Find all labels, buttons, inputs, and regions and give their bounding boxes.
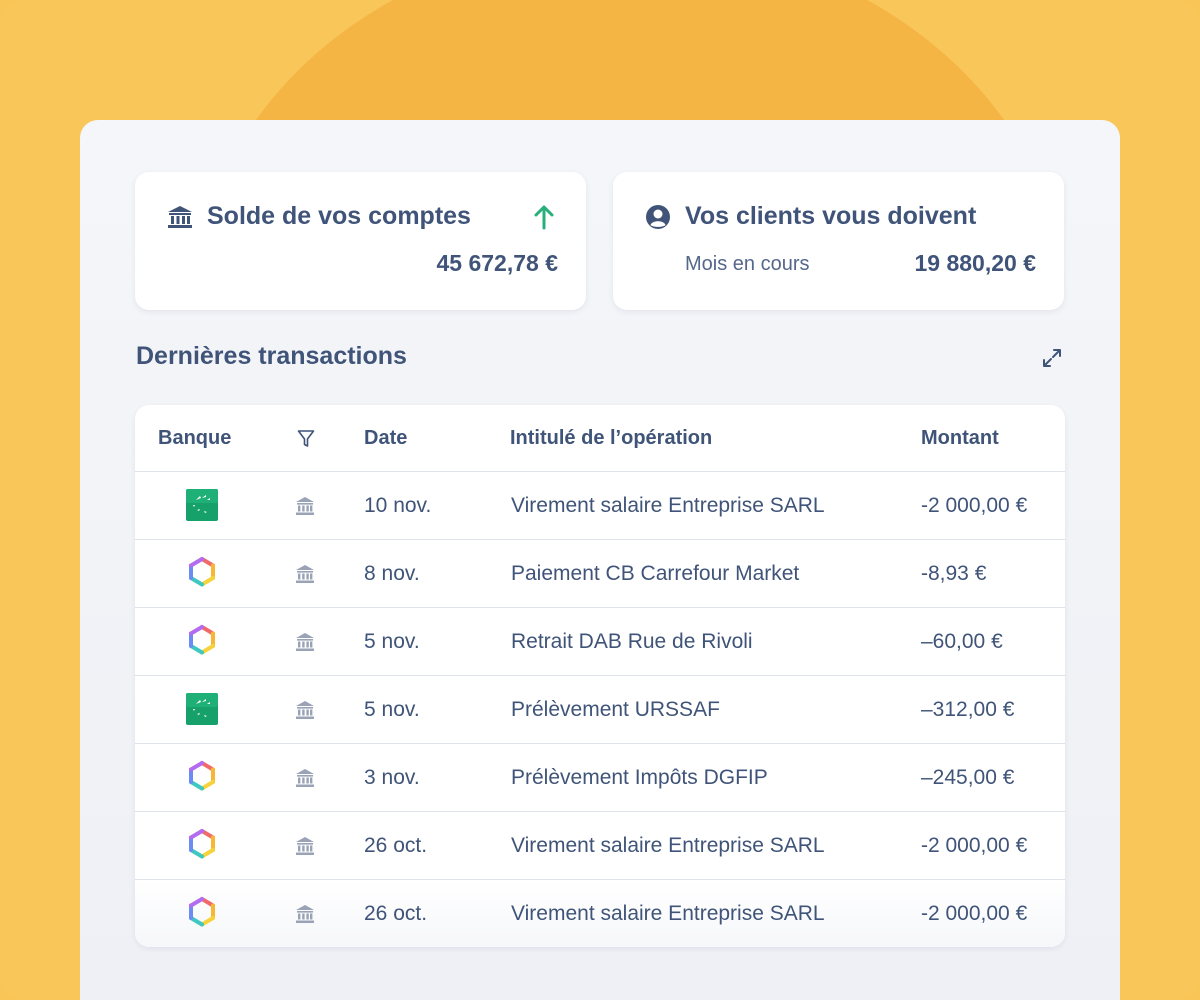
transaction-date: 3 nov. bbox=[364, 766, 420, 789]
bank-icon bbox=[296, 837, 314, 855]
transaction-label: Virement salaire Entreprise SARL bbox=[511, 494, 825, 517]
column-amount[interactable]: Montant bbox=[921, 427, 999, 450]
hexagon-bank-logo-icon bbox=[189, 761, 215, 791]
transaction-date: 8 nov. bbox=[364, 562, 420, 585]
bank-icon bbox=[296, 633, 314, 651]
table-header: Banque Date Intitulé de l’opération Mont… bbox=[135, 405, 1065, 472]
transaction-label: Prélèvement URSSAF bbox=[511, 698, 720, 721]
transactions-title: Dernières transactions bbox=[136, 342, 407, 370]
filter-icon[interactable] bbox=[297, 429, 315, 449]
transaction-label: Paiement CB Carrefour Market bbox=[511, 562, 800, 585]
user-circle-icon bbox=[646, 205, 670, 229]
clients-title: Vos clients vous doivent bbox=[685, 202, 977, 230]
transaction-amount: –60,00 € bbox=[921, 630, 1003, 653]
balance-amount: 45 672,78 € bbox=[436, 250, 558, 276]
arrow-up-icon bbox=[534, 205, 554, 230]
bank-icon bbox=[168, 206, 192, 228]
dashboard-panel: Solde de vos comptes 45 672,78 € Vos cli… bbox=[80, 120, 1120, 1000]
green-bank-logo-icon bbox=[186, 489, 218, 521]
column-bank[interactable]: Banque bbox=[158, 427, 231, 450]
transaction-label: Prélèvement Impôts DGFIP bbox=[511, 766, 768, 789]
hexagon-bank-logo-icon bbox=[189, 897, 215, 927]
hexagon-bank-logo-icon bbox=[189, 557, 215, 587]
hexagon-bank-logo-icon bbox=[189, 829, 215, 859]
table-row[interactable]: 5 nov. Prélèvement URSSAF –312,00 € bbox=[135, 676, 1065, 744]
table-row[interactable]: 26 oct. Virement salaire Entreprise SARL -… bbox=[135, 880, 1065, 947]
clients-period: Mois en cours bbox=[685, 253, 810, 275]
transaction-amount: -8,93 € bbox=[921, 562, 987, 585]
transaction-amount: -2 000,00 € bbox=[921, 834, 1028, 857]
column-date[interactable]: Date bbox=[364, 427, 407, 450]
transaction-amount: –245,00 € bbox=[921, 766, 1015, 789]
green-bank-logo-icon bbox=[186, 693, 218, 725]
column-label[interactable]: Intitulé de l’opération bbox=[510, 427, 712, 450]
bank-icon bbox=[296, 565, 314, 583]
transaction-amount: –312,00 € bbox=[921, 698, 1015, 721]
transaction-amount: -2 000,00 € bbox=[921, 902, 1028, 925]
expand-icon[interactable] bbox=[1040, 346, 1064, 370]
transaction-label: Retrait DAB Rue de Rivoli bbox=[511, 630, 753, 653]
transaction-label: Virement salaire Entreprise SARL bbox=[511, 902, 825, 925]
table-row[interactable]: 26 oct. Virement salaire Entreprise SARL -… bbox=[135, 812, 1065, 880]
transactions-table: Banque Date Intitulé de l’opération Mont… bbox=[135, 405, 1065, 947]
transaction-date: 5 nov. bbox=[364, 630, 420, 653]
transaction-label: Virement salaire Entreprise SARL bbox=[511, 834, 825, 857]
table-row[interactable]: 3 nov. Prélèvement Impôts DGFIP –245,00 € bbox=[135, 744, 1065, 812]
table-row[interactable]: 5 nov. Retrait DAB Rue de Rivoli –60,00 € bbox=[135, 608, 1065, 676]
clients-amount: 19 880,20 € bbox=[914, 250, 1036, 276]
bank-icon bbox=[296, 497, 314, 515]
table-row[interactable]: 10 nov. Virement salaire Entreprise SARL -… bbox=[135, 472, 1065, 540]
transaction-date: 26 oct. bbox=[364, 834, 428, 857]
transaction-date: 10 nov. bbox=[364, 494, 432, 517]
transaction-amount: -2 000,00 € bbox=[921, 494, 1028, 517]
transaction-date: 26 oct. bbox=[364, 902, 428, 925]
clients-card[interactable]: Vos clients vous doivent Mois en cours 1… bbox=[613, 172, 1064, 310]
balance-card[interactable]: Solde de vos comptes 45 672,78 € bbox=[135, 172, 586, 310]
bank-icon bbox=[296, 905, 314, 923]
bank-icon bbox=[296, 701, 314, 719]
bank-icon bbox=[296, 769, 314, 787]
transaction-date: 5 nov. bbox=[364, 698, 420, 721]
table-row[interactable]: 8 nov. Paiement CB Carrefour Market -8,93 … bbox=[135, 540, 1065, 608]
balance-title: Solde de vos comptes bbox=[207, 202, 471, 230]
hexagon-bank-logo-icon bbox=[189, 625, 215, 655]
